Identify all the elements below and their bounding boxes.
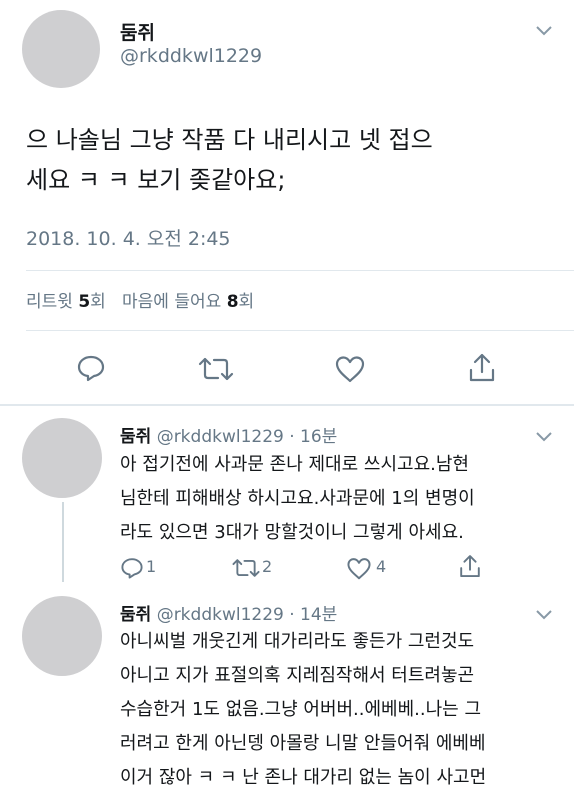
- likes-count: 8: [226, 292, 239, 312]
- retweet-icon[interactable]: [196, 355, 236, 383]
- tweet-stats: 리트윗 5회 마음에 들어요 8회: [26, 287, 254, 312]
- reply-count: 1: [146, 557, 157, 576]
- heart-icon[interactable]: [334, 355, 366, 383]
- reply-header: 둠쥐 @rkddkwl1229 · 14분: [120, 600, 337, 625]
- reply-header: 둠쥐 @rkddkwl1229 · 16분: [120, 422, 337, 447]
- reply-text-line: 아니씨벌 개웃긴게 대가리라도 좋든가 그런것도: [120, 631, 475, 652]
- tweet-text: 으 나솔님 그냥 작품 다 내리시고 넷 접으 세요 ㅋ ㅋ 보기 좆같아요;: [26, 120, 556, 200]
- likes-label: 마음에 들어요: [122, 292, 222, 312]
- likes-unit: 회: [238, 292, 255, 312]
- heart-icon[interactable]: [346, 557, 372, 580]
- reply-text: 아니씨벌 개웃긴게 대가리라도 좋든가 그런것도 아니고 지가 표절의혹 지레짐…: [120, 625, 560, 788]
- divider: [26, 270, 574, 271]
- display-name[interactable]: 둠쥐: [120, 18, 155, 45]
- reply-text-line: 님한테 피해배상 하시고요.사과문에 1의 변명이: [120, 488, 475, 509]
- retweets-label: 리트윗: [26, 292, 73, 312]
- chevron-down-icon[interactable]: [535, 22, 553, 41]
- retweet-count: 2: [262, 557, 273, 576]
- display-name[interactable]: 둠쥐: [120, 605, 151, 625]
- share-icon[interactable]: [467, 352, 497, 384]
- thread-line: [62, 502, 64, 582]
- retweets-unit: 회: [90, 292, 106, 312]
- reply-text-line: 수습한거 1도 없음.그냥 어버버..에베베..나는 그: [120, 699, 482, 720]
- avatar[interactable]: [22, 596, 102, 676]
- retweets-stat[interactable]: 리트윗 5회: [26, 292, 111, 312]
- like-count: 4: [376, 557, 387, 576]
- retweet-icon[interactable]: [230, 557, 262, 579]
- retweets-count: 5: [78, 292, 91, 312]
- handle-time[interactable]: @rkddkwl1229 · 16분: [157, 427, 338, 447]
- tweet-text-line: 세요 ㅋ ㅋ 보기 좆같아요;: [26, 166, 286, 194]
- user-handle[interactable]: @rkddkwl1229: [120, 45, 262, 67]
- reply-icon[interactable]: [76, 353, 106, 383]
- reply-text-line: 아니고 지가 표절의혹 지레짐작해서 터트려놓곤: [120, 665, 475, 686]
- reply-text-line: 라도 있으면 3대가 망할것이니 그렇게 아세요.: [120, 522, 464, 543]
- reply-icon[interactable]: [120, 556, 144, 580]
- avatar[interactable]: [22, 10, 100, 88]
- avatar[interactable]: [22, 418, 102, 498]
- display-name[interactable]: 둠쥐: [120, 427, 151, 447]
- tweet-timestamp[interactable]: 2018. 10. 4. 오전 2:45: [26, 224, 231, 251]
- divider: [0, 404, 574, 406]
- reply-text-line: 아 접기전에 사과문 존나 제대로 쓰시고요.남현: [120, 454, 469, 475]
- reply-text-line: 이거 잖아 ㅋ ㅋ 난 존나 대가리 없는 놈이 사고먼: [120, 767, 487, 788]
- reply-text: 아 접기전에 사과문 존나 제대로 쓰시고요.남현 님한테 피해배상 하시고요.…: [120, 448, 560, 550]
- share-icon[interactable]: [458, 553, 482, 580]
- tweet-text-line: 으 나솔님 그냥 작품 다 내리시고 넷 접으: [26, 126, 433, 154]
- chevron-down-icon[interactable]: [535, 606, 553, 625]
- reply-text-line: 러려고 한게 아닌뎅 아몰랑 니말 안들어줘 에베베: [120, 733, 486, 754]
- handle-time[interactable]: @rkddkwl1229 · 14분: [157, 605, 338, 625]
- divider: [26, 330, 574, 331]
- likes-stat[interactable]: 마음에 들어요 8회: [122, 292, 254, 312]
- chevron-down-icon[interactable]: [535, 428, 553, 447]
